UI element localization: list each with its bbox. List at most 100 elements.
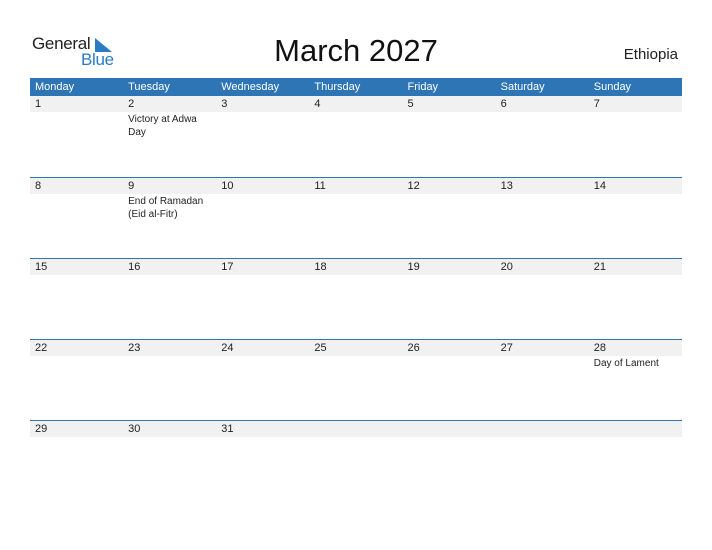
day-number: 18 — [314, 261, 327, 273]
week-days: 29 30 31 — [30, 421, 682, 438]
day-cell: 13 — [496, 178, 589, 221]
week-row: 29 30 31 — [30, 420, 682, 501]
holiday-event — [408, 194, 493, 195]
week-days: 8 9 End of Ramadan (Eid al-Fitr) 10 11 12 13 14 — [30, 178, 682, 221]
day-number: 29 — [35, 423, 48, 435]
day-cell — [403, 421, 496, 438]
weekday-wednesday: Wednesday — [221, 81, 280, 93]
holiday-event — [314, 356, 399, 357]
day-number: 9 — [128, 180, 135, 192]
week-days: 1 2 Victory at Adwa Day 3 4 5 6 7 — [30, 96, 682, 139]
day-number — [314, 421, 402, 437]
day-number: 3 — [221, 98, 228, 110]
day-cell: 17 — [216, 259, 309, 276]
day-number: 10 — [221, 180, 234, 192]
day-cell — [309, 421, 402, 438]
holiday-event — [594, 194, 679, 195]
day-cell: 4 — [309, 96, 402, 139]
day-cell: 23 — [123, 340, 216, 370]
day-cell — [496, 421, 589, 438]
country-label: Ethiopia — [623, 46, 678, 63]
day-number: 26 — [407, 342, 420, 354]
day-cell: 31 — [216, 421, 309, 438]
day-number: 15 — [35, 261, 48, 273]
day-number — [594, 421, 682, 437]
day-cell: 14 — [589, 178, 682, 221]
day-number: 19 — [407, 261, 420, 273]
day-number: 16 — [128, 261, 141, 273]
holiday-event — [501, 437, 586, 438]
weekday-monday: Monday — [35, 81, 75, 93]
holiday-event — [408, 112, 493, 113]
day-number: 25 — [314, 342, 327, 354]
day-cell: 20 — [496, 259, 589, 276]
holiday-event: End of Ramadan (Eid al-Fitr) — [128, 196, 204, 220]
holiday-event — [314, 112, 399, 113]
holiday-event: Victory at Adwa Day — [128, 114, 197, 138]
day-number — [501, 421, 589, 437]
day-cell: 6 — [496, 96, 589, 139]
weekday-saturday: Saturday — [500, 81, 545, 93]
holiday-event — [314, 437, 399, 438]
day-cell: 10 — [216, 178, 309, 221]
day-cell: 12 — [403, 178, 496, 221]
holiday-event — [128, 437, 213, 438]
holiday-event — [35, 437, 120, 438]
day-number — [408, 421, 496, 437]
day-number: 1 — [35, 98, 42, 110]
holiday-event — [221, 437, 306, 438]
holiday-event — [221, 356, 306, 357]
weekday-header: Monday Tuesday Wednesday Thursday Friday… — [30, 78, 682, 96]
day-cell: 26 — [403, 340, 496, 370]
week-row: 1 2 Victory at Adwa Day 3 4 5 6 7 — [30, 96, 682, 177]
day-number: 27 — [500, 342, 513, 354]
day-cell: 11 — [309, 178, 402, 221]
day-number: 17 — [221, 261, 234, 273]
week-days: 15 16 17 18 19 20 21 — [30, 259, 682, 276]
week-row: 22 23 24 25 26 27 28 Day of Lament — [30, 339, 682, 420]
day-cell: 15 — [30, 259, 123, 276]
day-cell: 27 — [496, 340, 589, 370]
week-days: 22 23 24 25 26 27 28 Day of Lament — [30, 340, 682, 370]
day-cell: 1 — [30, 96, 123, 139]
holiday-event — [408, 437, 493, 438]
holiday-event — [501, 194, 586, 195]
holiday-event — [221, 194, 306, 195]
holiday-event — [314, 194, 399, 195]
weekday-sunday: Sunday — [593, 81, 632, 93]
holiday-event — [221, 112, 306, 113]
holiday-event — [35, 275, 120, 276]
day-number: 2 — [128, 98, 135, 110]
day-cell: 28 Day of Lament — [589, 340, 682, 370]
holiday-event — [408, 356, 493, 357]
day-number: 13 — [500, 180, 513, 192]
holiday-event: Day of Lament — [593, 358, 659, 369]
day-cell: 2 Victory at Adwa Day — [123, 96, 216, 139]
day-cell: 24 — [216, 340, 309, 370]
day-number: 4 — [314, 98, 321, 110]
day-cell: 5 — [403, 96, 496, 139]
week-row: 15 16 17 18 19 20 21 — [30, 258, 682, 339]
calendar-grid: Monday Tuesday Wednesday Thursday Friday… — [30, 78, 682, 501]
calendar-title: March 2027 — [274, 33, 438, 68]
holiday-event — [594, 112, 679, 113]
holiday-event — [501, 112, 586, 113]
holiday-event — [35, 112, 120, 113]
holiday-event — [594, 437, 679, 438]
day-cell: 22 — [30, 340, 123, 370]
holiday-event — [221, 275, 306, 276]
holiday-event — [594, 275, 679, 276]
holiday-event — [501, 356, 586, 357]
day-number: 7 — [593, 98, 600, 110]
day-cell: 16 — [123, 259, 216, 276]
holiday-event — [35, 194, 120, 195]
day-number: 20 — [500, 261, 513, 273]
day-cell: 21 — [589, 259, 682, 276]
weekday-tuesday: Tuesday — [128, 81, 170, 93]
week-row: 8 9 End of Ramadan (Eid al-Fitr) 10 11 12 13 14 — [30, 177, 682, 258]
holiday-event — [128, 356, 213, 357]
day-cell: 8 — [30, 178, 123, 221]
day-cell: 18 — [309, 259, 402, 276]
day-number: 21 — [593, 261, 606, 273]
day-cell — [589, 421, 682, 438]
